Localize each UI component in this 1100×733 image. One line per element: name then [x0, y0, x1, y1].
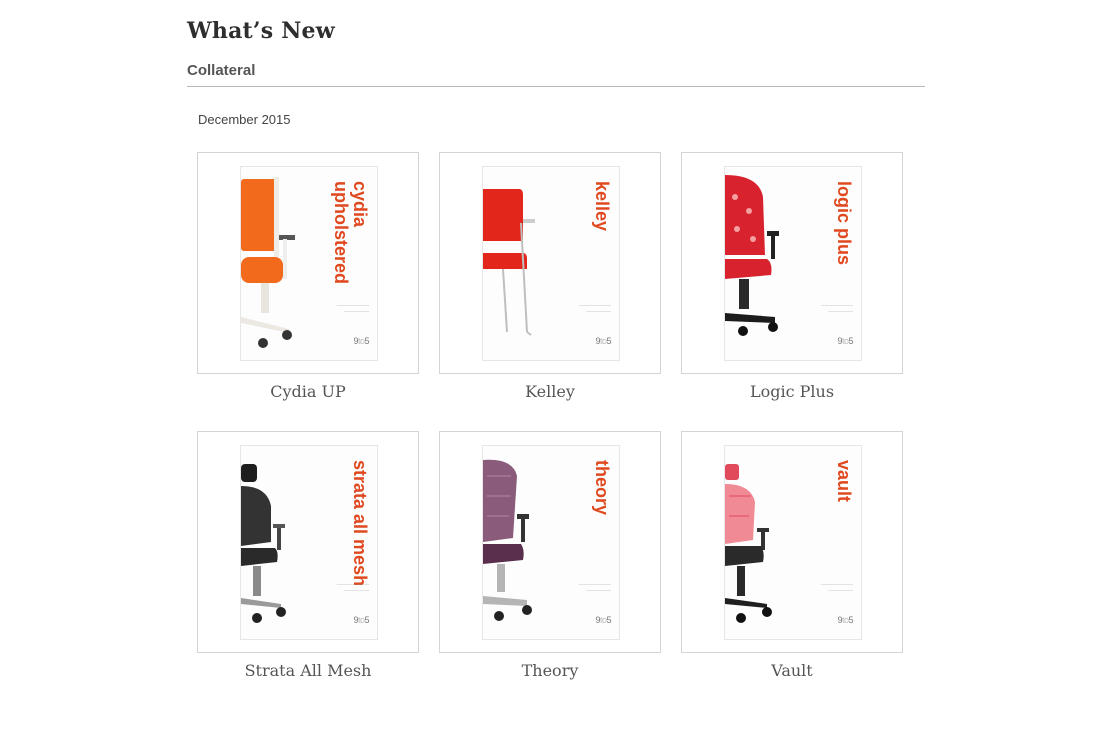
brand-logo: 9to5: [353, 336, 369, 346]
collateral-card-theory[interactable]: theory ───────────── ────────── 9to5 Theo…: [439, 431, 661, 680]
brand-logo: 9to5: [837, 615, 853, 625]
brochure-thumbnail[interactable]: theory ───────────── ────────── 9to5: [439, 431, 661, 653]
brochure-thumbnail[interactable]: kelley ───────────── ────────── 9to5: [439, 152, 661, 374]
brochure-thumbnail[interactable]: vault ───────────── ────────── 9to5: [681, 431, 903, 653]
brand-logo: 9to5: [837, 336, 853, 346]
collateral-card-strata-all-mesh[interactable]: strata all mesh ───────────── ────────── …: [197, 431, 419, 680]
brochure-thumbnail[interactable]: logic plus ───────────── ────────── 9to5: [681, 152, 903, 374]
brochure-thumbnail[interactable]: strata all mesh ───────────── ────────── …: [197, 431, 419, 653]
collateral-caption[interactable]: Cydia UP: [197, 382, 419, 401]
chair-image: [241, 177, 295, 348]
cover-tagline-lines: ───────────── ──────────: [820, 583, 853, 593]
brand-logo: 9to5: [595, 336, 611, 346]
brochure-thumbnail[interactable]: cydia upholstered ───────────── ─────────…: [197, 152, 419, 374]
cover-tagline-lines: ───────────── ──────────: [336, 583, 369, 593]
collateral-card-logic-plus[interactable]: logic plus ───────────── ────────── 9to5 …: [681, 152, 903, 401]
collateral-card-kelley[interactable]: kelley ───────────── ────────── 9to5 Kell…: [439, 152, 661, 401]
brand-logo: 9to5: [353, 615, 369, 625]
cover-tagline-lines: ───────────── ──────────: [336, 304, 369, 314]
brochure-cover: vault ───────────── ────────── 9to5: [724, 445, 862, 640]
chair-image: [725, 464, 772, 623]
cover-tagline-lines: ───────────── ──────────: [578, 304, 611, 314]
date-heading: December 2015: [198, 112, 291, 127]
chair-image: [483, 189, 535, 336]
page-title: What’s New: [187, 18, 335, 44]
brochure-cover: strata all mesh ───────────── ────────── …: [240, 445, 378, 640]
brochure-cover: cydia upholstered ───────────── ─────────…: [240, 166, 378, 361]
cover-tagline-lines: ───────────── ──────────: [578, 583, 611, 593]
chair-image: [241, 464, 286, 623]
section-title: Collateral: [187, 62, 256, 79]
brand-logo: 9to5: [595, 615, 611, 625]
collateral-caption[interactable]: Theory: [439, 661, 661, 680]
brochure-cover: logic plus ───────────── ────────── 9to5: [724, 166, 862, 361]
chair-image: [483, 459, 532, 621]
cover-tagline-lines: ───────────── ──────────: [820, 304, 853, 314]
collateral-caption[interactable]: Logic Plus: [681, 382, 903, 401]
collateral-card-cydia-up[interactable]: cydia upholstered ───────────── ─────────…: [197, 152, 419, 401]
collateral-caption[interactable]: Strata All Mesh: [197, 661, 419, 680]
chair-image: [725, 175, 779, 336]
section-divider: [187, 86, 925, 87]
collateral-caption[interactable]: Kelley: [439, 382, 661, 401]
collateral-caption[interactable]: Vault: [681, 661, 903, 680]
collateral-card-vault[interactable]: vault ───────────── ────────── 9to5 Vault: [681, 431, 903, 680]
brochure-cover: kelley ───────────── ────────── 9to5: [482, 166, 620, 361]
brochure-cover: theory ───────────── ────────── 9to5: [482, 445, 620, 640]
